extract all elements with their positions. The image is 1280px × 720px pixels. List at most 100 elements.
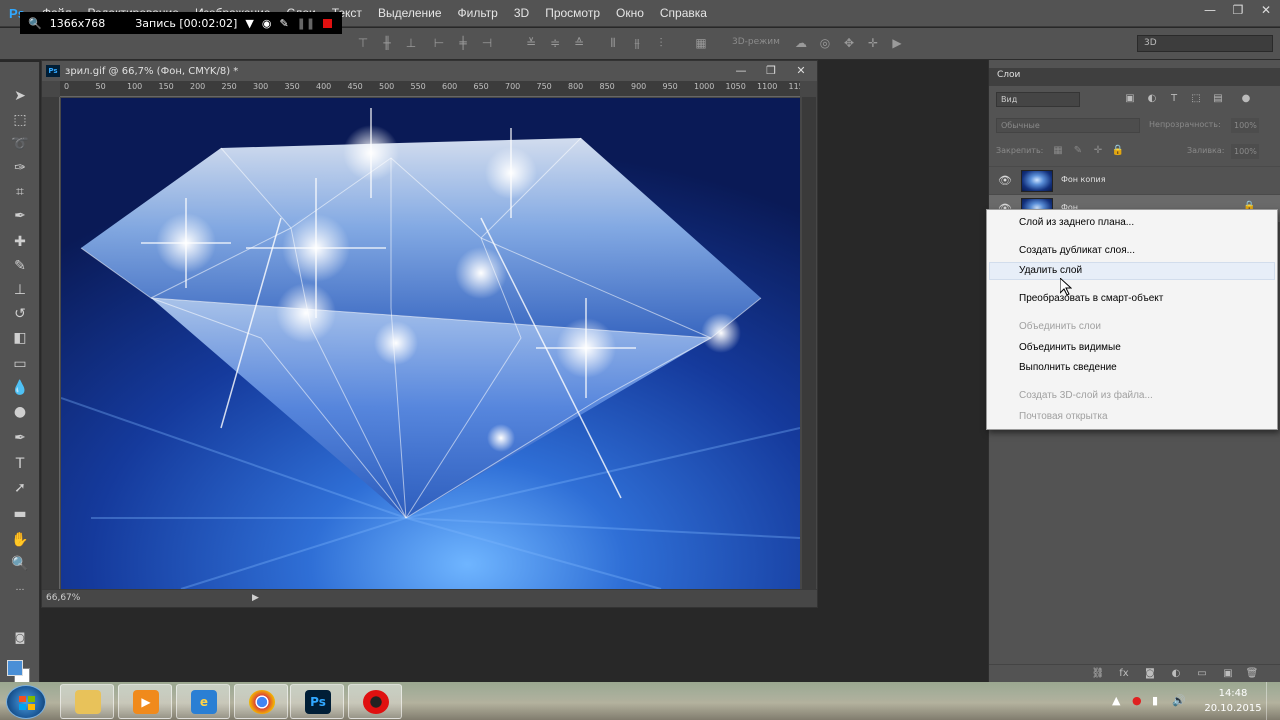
taskbar-internet-explorer[interactable]: e — [176, 684, 230, 719]
menu-help[interactable]: Справка — [652, 0, 715, 27]
opacity-input[interactable]: 100% — [1231, 118, 1259, 133]
document-title-bar[interactable]: Ps зрил.gif @ 66,7% (Фон, CMYK/8) * — ❐ … — [42, 61, 817, 81]
3d-scale-icon[interactable]: ▶ — [888, 34, 906, 52]
vertical-scrollbar[interactable] — [802, 97, 816, 589]
menu-item-convert-smart-object[interactable]: Преобразовать в смарт-объект — [1019, 293, 1163, 304]
extra-tools-icon[interactable]: … — [10, 578, 30, 598]
new-group-icon[interactable]: ▭ — [1195, 667, 1209, 681]
path-select-tool-icon[interactable]: ➚ — [10, 478, 30, 498]
crop-tool-icon[interactable]: ⌗ — [10, 182, 30, 202]
add-mask-icon[interactable]: ◙ — [1143, 667, 1157, 681]
eraser-tool-icon[interactable]: ◧ — [10, 328, 30, 348]
filter-pixel-icon[interactable]: ▣ — [1123, 92, 1137, 106]
align-top-icon[interactable]: ⊤ — [354, 34, 372, 52]
filter-toggle-icon[interactable]: ● — [1239, 92, 1253, 106]
dropdown-arrow-icon[interactable]: ▼ — [245, 17, 253, 30]
tray-recorder-icon[interactable]: ● — [1132, 694, 1142, 707]
pen-icon[interactable]: ✎ — [279, 17, 288, 30]
3d-slide-icon[interactable]: ✛ — [864, 34, 882, 52]
doc-minimize-button[interactable]: — — [726, 61, 756, 81]
3d-roll-icon[interactable]: ◎ — [816, 34, 834, 52]
lasso-tool-icon[interactable]: ➰ — [10, 134, 30, 154]
distribute-top-icon[interactable]: ≚ — [522, 34, 540, 52]
link-layers-icon[interactable]: ⛓ — [1091, 667, 1105, 681]
start-button[interactable] — [6, 685, 46, 719]
volume-icon[interactable]: 🔊 — [1172, 694, 1186, 707]
distribute-hcenter-icon[interactable]: ⫵ — [628, 34, 646, 52]
tray-expand-icon[interactable]: ▲ — [1112, 694, 1120, 707]
clock-time[interactable]: 14:48 — [1208, 688, 1258, 699]
auto-align-icon[interactable]: ▦ — [692, 34, 710, 52]
brush-tool-icon[interactable]: ✎ — [10, 256, 30, 276]
menu-filter[interactable]: Фильтр — [450, 0, 506, 27]
foreground-color-swatch[interactable] — [7, 660, 23, 676]
delete-layer-icon[interactable]: 🗑 — [1245, 667, 1259, 681]
align-vcenter-icon[interactable]: ╫ — [378, 34, 396, 52]
quick-select-tool-icon[interactable]: ✑ — [10, 158, 30, 178]
pause-icon[interactable]: ❚❚ — [297, 17, 315, 30]
menu-item-merge-visible[interactable]: Объединить видимые — [1019, 342, 1121, 353]
filter-type-icon[interactable]: T — [1167, 92, 1181, 106]
menu-select[interactable]: Выделение — [370, 0, 450, 27]
camera-icon[interactable]: ◉ — [262, 17, 272, 30]
visibility-eye-icon[interactable]: 👁 — [998, 174, 1012, 187]
network-icon[interactable]: ▮ — [1152, 694, 1158, 707]
fill-input[interactable]: 100% — [1231, 144, 1259, 159]
distribute-bottom-icon[interactable]: ≙ — [570, 34, 588, 52]
close-button[interactable]: ✕ — [1252, 0, 1280, 22]
distribute-right-icon[interactable]: ⫶ — [652, 34, 670, 52]
hand-tool-icon[interactable]: ✋ — [10, 530, 30, 550]
align-left-icon[interactable]: ⊢ — [430, 34, 448, 52]
dodge-tool-icon[interactable]: ● — [10, 402, 30, 422]
doc-restore-button[interactable]: ❐ — [756, 61, 786, 81]
zoom-readout[interactable]: 66,67% — [46, 593, 80, 603]
minimize-button[interactable]: — — [1196, 0, 1224, 22]
lock-position-icon[interactable]: ✛ — [1091, 144, 1105, 158]
image-canvas[interactable] — [61, 98, 800, 589]
menu-item-flatten-image[interactable]: Выполнить сведение — [1019, 362, 1117, 373]
menu-view[interactable]: Просмотр — [537, 0, 608, 27]
show-desktop-button[interactable] — [1266, 682, 1280, 720]
menu-item-delete-layer[interactable]: Удалить слой — [1019, 265, 1082, 276]
distribute-left-icon[interactable]: ⫴ — [604, 34, 622, 52]
doc-close-button[interactable]: ✕ — [786, 61, 816, 81]
restore-button[interactable]: ❐ — [1224, 0, 1252, 22]
menu-3d[interactable]: 3D — [506, 0, 537, 27]
align-right-icon[interactable]: ⊣ — [478, 34, 496, 52]
new-layer-icon[interactable]: ▣ — [1221, 667, 1235, 681]
horizontal-ruler[interactable]: 0 50 100 150 200 250 300 350 400 450 500 550 600 650 7… — [60, 81, 800, 97]
menu-item-layer-from-background[interactable]: Слой из заднего плана... — [1019, 217, 1134, 228]
rectangle-tool-icon[interactable]: ▬ — [10, 504, 30, 524]
taskbar-chrome[interactable] — [234, 684, 288, 719]
filter-shape-icon[interactable]: ⬚ — [1189, 92, 1203, 106]
status-menu-arrow-icon[interactable]: ▶ — [252, 593, 259, 603]
stop-record-icon[interactable] — [323, 18, 333, 28]
tab-layers[interactable]: Слои — [993, 70, 1024, 80]
history-brush-tool-icon[interactable]: ↺ — [10, 304, 30, 324]
lock-image-icon[interactable]: ✎ — [1071, 144, 1085, 158]
filter-smart-object-icon[interactable]: ▤ — [1211, 92, 1225, 106]
type-tool-icon[interactable]: T — [10, 454, 30, 474]
layer-style-icon[interactable]: fx — [1117, 667, 1131, 681]
taskbar-recorder[interactable] — [348, 684, 402, 719]
3d-rotate-icon[interactable]: ☁ — [792, 34, 810, 52]
eyedropper-tool-icon[interactable]: ✒ — [10, 206, 30, 226]
align-bottom-icon[interactable]: ⊥ — [402, 34, 420, 52]
marquee-tool-icon[interactable]: ⬚ — [10, 110, 30, 130]
lock-transparent-icon[interactable]: ▦ — [1051, 144, 1065, 158]
layer-row[interactable]: 👁 Фон копия — [989, 166, 1280, 194]
healing-brush-tool-icon[interactable]: ✚ — [10, 232, 30, 252]
distribute-vcenter-icon[interactable]: ≑ — [546, 34, 564, 52]
move-tool-icon[interactable]: ➤ — [10, 86, 30, 106]
zoom-tool-icon[interactable]: 🔍 — [10, 554, 30, 574]
menu-window[interactable]: Окно — [608, 0, 652, 27]
menu-item-duplicate-layer[interactable]: Создать дубликат слоя... — [1019, 245, 1135, 256]
filter-adjustment-icon[interactable]: ◐ — [1145, 92, 1159, 106]
vertical-ruler[interactable] — [42, 97, 60, 589]
3d-pan-icon[interactable]: ✥ — [840, 34, 858, 52]
layer-kind-filter[interactable]: Вид — [996, 92, 1080, 107]
taskbar-photoshop[interactable]: Ps — [290, 684, 344, 719]
adjustment-layer-icon[interactable]: ◐ — [1169, 667, 1183, 681]
blend-mode-select[interactable]: Обычные — [996, 118, 1140, 133]
lock-all-icon[interactable]: 🔒 — [1111, 144, 1125, 158]
